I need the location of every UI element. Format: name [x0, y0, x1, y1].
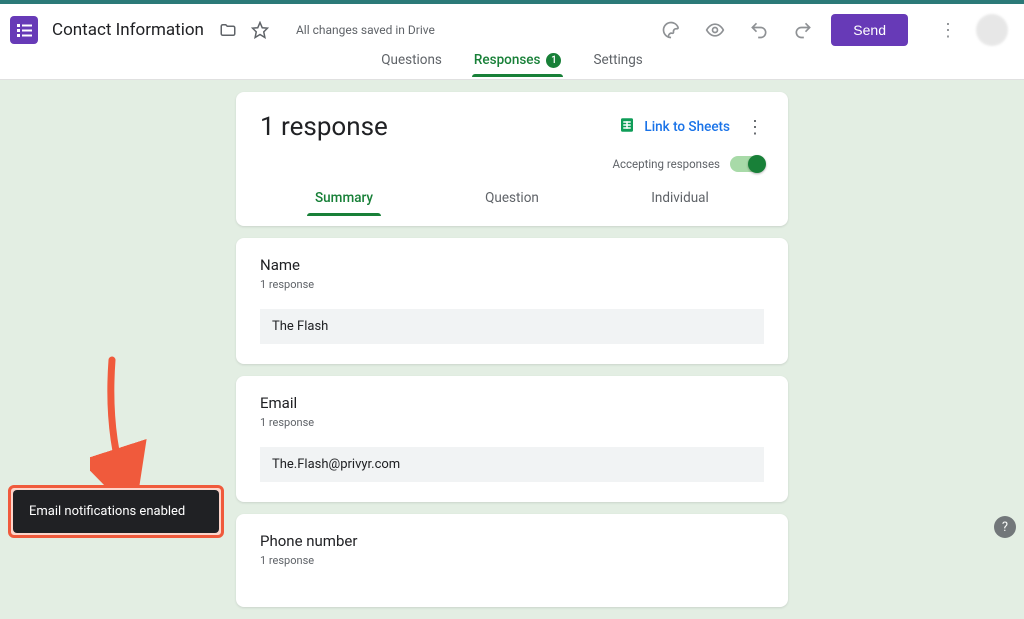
send-button[interactable]: Send	[831, 14, 908, 46]
response-value: The.Flash@privyr.com	[260, 447, 764, 482]
question-card-email: Email 1 response The.Flash@privyr.com	[236, 376, 788, 502]
link-to-sheets-label: Link to Sheets	[644, 119, 730, 135]
star-icon[interactable]	[248, 18, 272, 42]
undo-icon[interactable]	[747, 18, 771, 42]
main-tabs: Questions Responses 1 Settings	[0, 50, 1024, 80]
preview-icon[interactable]	[703, 18, 727, 42]
subtab-summary[interactable]: Summary	[260, 190, 428, 216]
more-menu-icon[interactable]: ⋮	[936, 18, 960, 42]
responses-more-icon[interactable]: ⋮	[746, 117, 764, 138]
toast-message: Email notifications enabled	[29, 504, 185, 519]
tab-settings[interactable]: Settings	[591, 52, 644, 77]
header: Contact Information All changes saved in…	[0, 4, 1024, 50]
responses-subtabs: Summary Question Individual	[260, 190, 764, 216]
question-title: Name	[260, 256, 764, 274]
question-count: 1 response	[260, 554, 764, 567]
sheets-icon	[618, 116, 636, 138]
responses-summary-card: 1 response Link to Sheets ⋮ Accepting re…	[236, 92, 788, 226]
tab-questions[interactable]: Questions	[379, 52, 444, 77]
redo-icon[interactable]	[791, 18, 815, 42]
move-to-folder-icon[interactable]	[216, 18, 240, 42]
document-title[interactable]: Contact Information	[52, 20, 212, 40]
theme-icon[interactable]	[659, 18, 683, 42]
question-card-phone: Phone number 1 response	[236, 514, 788, 607]
response-value: The Flash	[260, 309, 764, 344]
annotation-callout: Email notifications enabled	[8, 485, 224, 538]
question-count: 1 response	[260, 278, 764, 291]
response-count-title: 1 response	[260, 112, 618, 142]
subtab-individual[interactable]: Individual	[596, 190, 764, 216]
accepting-responses-toggle[interactable]	[730, 156, 764, 172]
question-title: Email	[260, 394, 764, 412]
responses-count-badge: 1	[546, 53, 561, 68]
tab-responses-label: Responses	[474, 52, 541, 68]
forms-logo-icon[interactable]	[8, 14, 40, 46]
help-icon[interactable]: ?	[994, 516, 1016, 538]
subtab-question[interactable]: Question	[428, 190, 596, 216]
save-status: All changes saved in Drive	[296, 23, 435, 37]
link-to-sheets-button[interactable]: Link to Sheets	[618, 116, 730, 138]
question-title: Phone number	[260, 532, 764, 550]
toast-notification: Email notifications enabled	[13, 490, 219, 533]
avatar[interactable]	[976, 14, 1008, 46]
accepting-responses-label: Accepting responses	[613, 157, 720, 171]
header-actions: Send ⋮	[655, 14, 1008, 46]
tab-responses[interactable]: Responses 1	[472, 52, 564, 77]
question-card-name: Name 1 response The Flash	[236, 238, 788, 364]
question-count: 1 response	[260, 416, 764, 429]
canvas: 1 response Link to Sheets ⋮ Accepting re…	[0, 80, 1024, 619]
